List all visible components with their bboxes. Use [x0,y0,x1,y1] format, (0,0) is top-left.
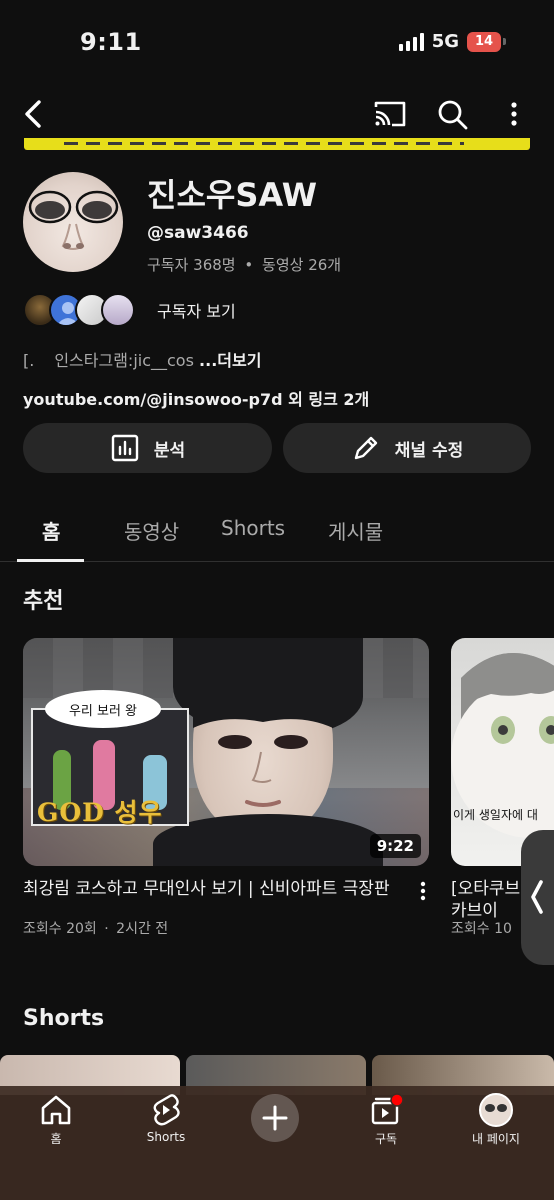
video-count: 동영상 26개 [262,256,342,274]
channel-description[interactable]: [. 인스타그램:jic__cos ...더보기 [23,347,261,371]
network-type: 5G [431,31,459,52]
nav-subscriptions[interactable]: 구독 [341,1092,431,1147]
channel-banner[interactable] [24,138,530,150]
thumbnail-speech-bubble: 우리 보러 왕 [45,690,161,728]
more-link[interactable]: ...더보기 [199,351,261,370]
bottom-navigation: 홈 Shorts 구독 내 페이지 [0,1086,554,1200]
more-vert-icon[interactable] [496,96,532,132]
pencil-icon [354,436,377,460]
battery-level: 14 [467,31,501,52]
search-icon[interactable] [434,96,472,132]
description-text: 인스타그램:jic__cos [54,351,194,370]
chevron-left-icon [531,880,543,914]
video-age: 2시간 전 [116,921,169,937]
more-vert-icon[interactable] [413,880,433,902]
nav-shorts[interactable]: Shorts [121,1092,211,1144]
plus-icon [262,1105,288,1131]
nav-shorts-label: Shorts [146,1130,186,1144]
stats-separator: • [244,256,254,274]
description-prefix: [. [23,351,35,370]
create-button[interactable] [251,1094,299,1142]
subscriptions-icon [371,1093,404,1125]
channel-avatar[interactable] [23,172,123,272]
home-icon [41,1095,71,1125]
tab-home[interactable]: 홈 [42,516,60,545]
nav-you-label: 내 페이지 [472,1132,520,1146]
edit-channel-label: 채널 수정 [394,440,464,461]
channel-name: 진소우SAW [147,176,317,214]
tab-videos[interactable]: 동영상 [124,516,179,545]
tab-posts[interactable]: 게시물 [328,516,383,545]
shorts-heading: Shorts [23,1006,105,1031]
thumbnail-caption: 이게 생일자에 대 [453,808,538,822]
scroll-handle[interactable] [521,830,554,965]
video-thumbnail[interactable]: 우리 보러 왕 GOD 성우 9:22 [23,638,429,866]
thumbnail-face [193,656,333,836]
profile-avatar-icon [479,1093,513,1127]
status-time: 9:11 [80,28,142,56]
top-app-bar [0,90,554,138]
analytics-icon [111,434,139,462]
view-subscribers-link[interactable]: 구독자 보기 [157,298,236,322]
nav-you[interactable]: 내 페이지 [451,1092,541,1147]
cellular-signal-icon [398,32,424,51]
video-views: 조회수 20회 [23,921,97,937]
nav-home-label: 홈 [50,1132,62,1146]
channel-handle: @saw3466 [147,223,249,243]
nav-subscriptions-label: 구독 [374,1132,398,1146]
nav-home[interactable]: 홈 [11,1092,101,1147]
meta-separator: · [104,921,109,937]
status-bar: 9:11 5G 14 [0,0,554,82]
video-meta: 조회수 20회 · 2시간 전 [23,918,168,938]
analytics-button[interactable]: 분석 [23,423,272,473]
channel-tabs: 홈 동영상 Shorts 게시물 [0,500,554,562]
channel-stats: 구독자 368명 • 동영상 26개 [147,254,341,275]
shorts-icon [153,1094,180,1126]
video-title[interactable]: 최강림 코스하고 무대인사 보기 | 신비아파트 극장판 [23,878,403,900]
subscriber-avatar [101,293,135,327]
active-tab-indicator [17,559,84,562]
analytics-label: 분석 [153,440,186,461]
cast-icon[interactable] [370,96,410,132]
battery-icon: 14 [467,31,506,52]
subscribers-preview[interactable]: 구독자 보기 [23,292,236,328]
recommended-heading: 추천 [23,589,64,614]
edit-channel-button[interactable]: 채널 수정 [283,423,531,473]
back-arrow-icon[interactable] [16,96,52,132]
tab-shorts[interactable]: Shorts [221,516,285,540]
thumbnail-caption: GOD 성우 [37,798,163,827]
video-duration: 9:22 [369,834,421,858]
subscriber-count: 구독자 368명 [147,256,236,274]
channel-links[interactable]: youtube.com/@jinsowoo-p7d 외 링크 2개 [23,386,369,410]
